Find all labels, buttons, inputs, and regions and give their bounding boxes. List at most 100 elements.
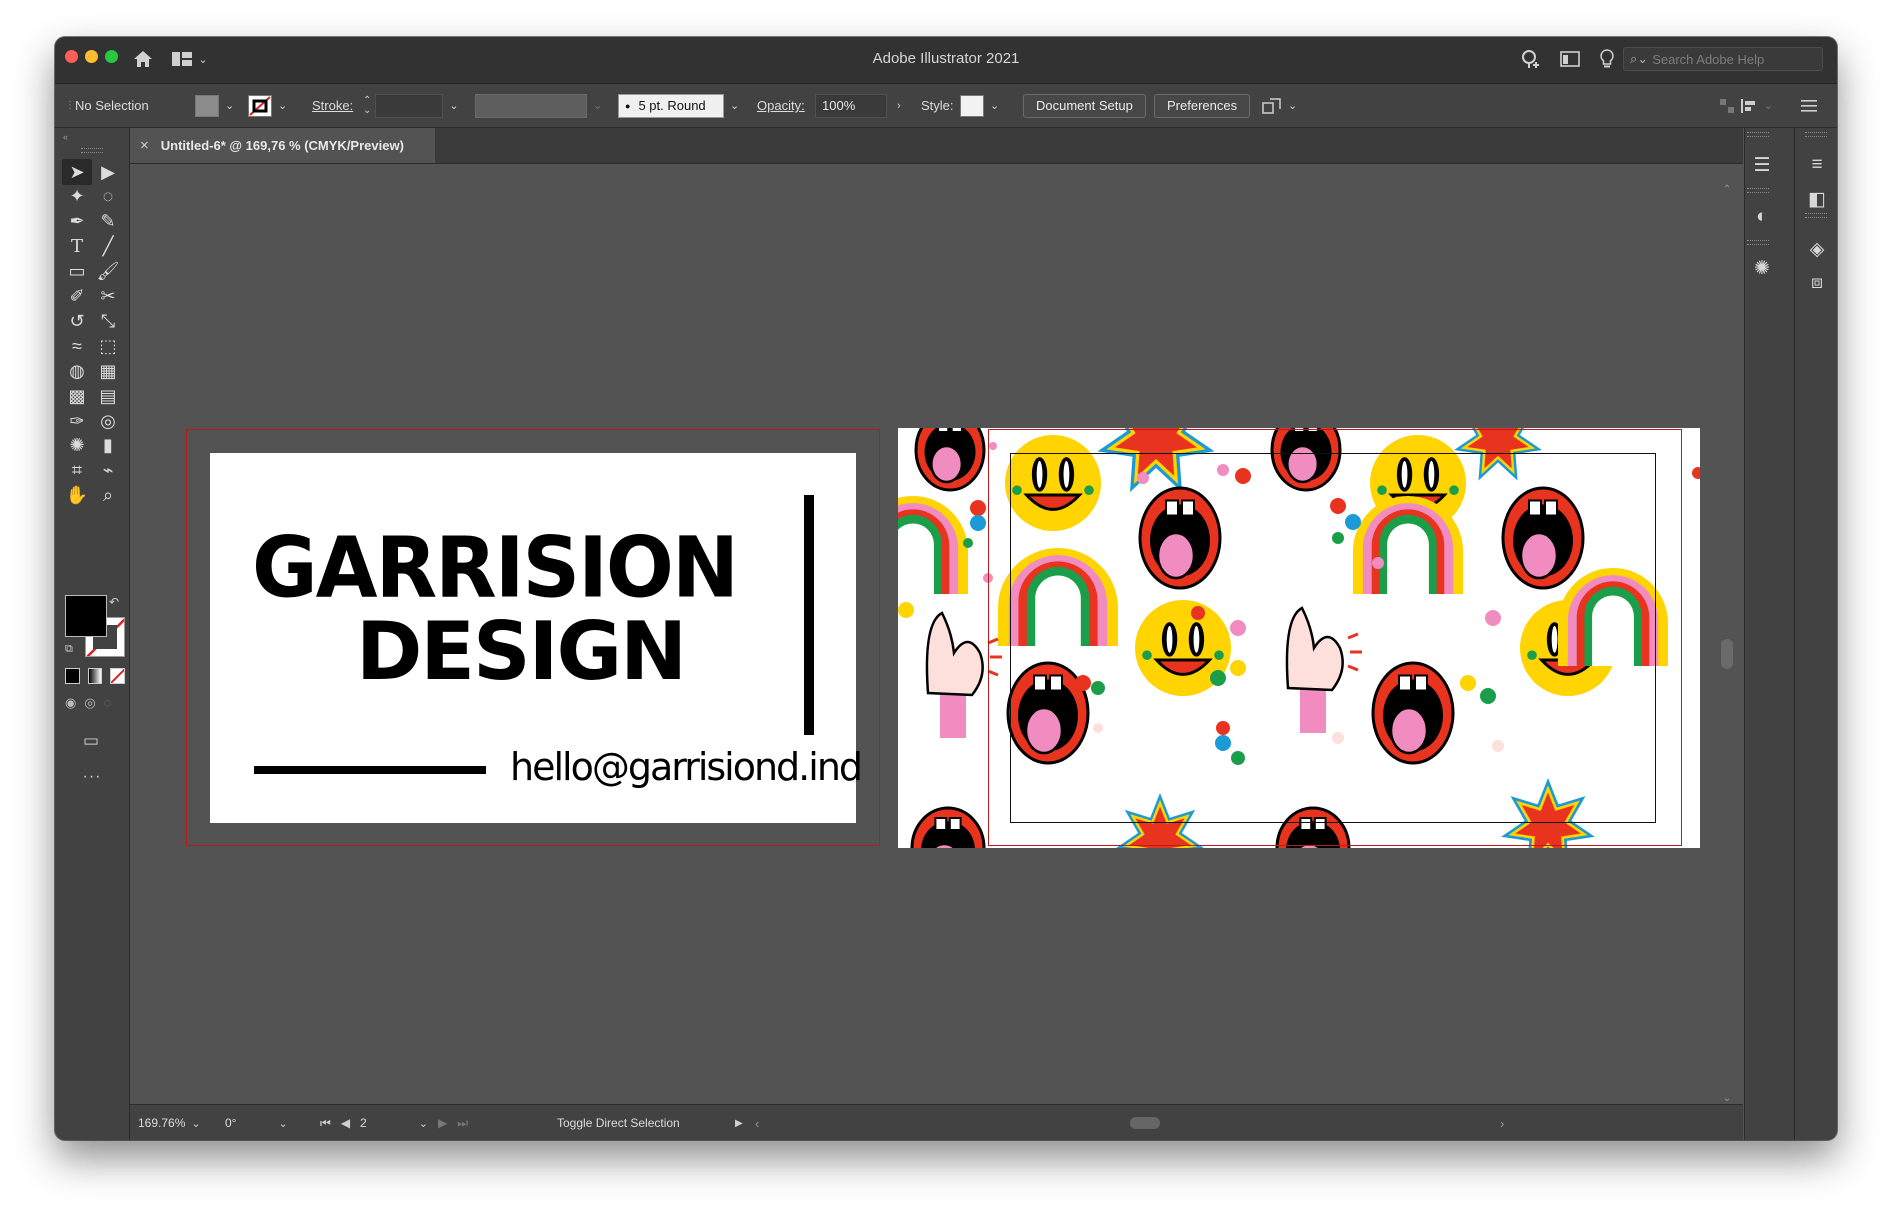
- artboards-icon[interactable]: ⧈: [1802, 268, 1832, 298]
- scale-icon[interactable]: ⤡: [93, 308, 123, 334]
- preferences-button[interactable]: Preferences: [1154, 93, 1251, 118]
- blend-icon[interactable]: ◎: [93, 408, 123, 434]
- stroke-color-control[interactable]: ⌄: [248, 84, 287, 127]
- lasso-icon[interactable]: ◌: [93, 184, 123, 210]
- gradient-mode-icon[interactable]: [87, 668, 103, 684]
- horizontal-rule[interactable]: [254, 766, 486, 774]
- fill-swatch[interactable]: [195, 94, 219, 117]
- type-icon[interactable]: T: [62, 234, 92, 260]
- hand-icon[interactable]: ✋: [62, 483, 92, 509]
- vertical-scrollbar[interactable]: ⌃ ⌄: [1721, 184, 1733, 1104]
- opacity-label[interactable]: Opacity:: [757, 84, 805, 127]
- draw-inside-icon[interactable]: ◌: [104, 695, 112, 715]
- stroke-none-swatch[interactable]: [248, 94, 272, 117]
- draw-behind-icon[interactable]: ◎: [84, 695, 95, 715]
- properties-icon[interactable]: ☰: [1747, 150, 1777, 180]
- stroke-weight-stepper[interactable]: ⌃ ⌄ ⌄: [363, 84, 459, 127]
- eyedropper-icon[interactable]: ✑: [62, 408, 92, 434]
- warp-icon[interactable]: ≈: [62, 333, 92, 359]
- align-to-selection-icon[interactable]: [1719, 84, 1735, 127]
- first-artboard-icon[interactable]: ⏮: [320, 1116, 331, 1131]
- graphic-style-swatch[interactable]: [960, 94, 984, 117]
- arrange-documents-icon[interactable]: [1558, 47, 1582, 71]
- direct-selection-icon[interactable]: ▶: [93, 159, 123, 185]
- artboard-icon[interactable]: ⌗: [62, 458, 92, 484]
- zoom-control[interactable]: 169.76% ⌄: [138, 1113, 201, 1133]
- opacity-control[interactable]: 100% ›: [815, 84, 901, 127]
- variable-width-profile-preview[interactable]: [475, 93, 587, 118]
- vertical-rule[interactable]: [804, 495, 814, 735]
- brush-definition[interactable]: ● 5 pt. Round ⌄: [618, 84, 739, 127]
- slice-icon[interactable]: ⌁: [93, 458, 123, 484]
- mesh-icon[interactable]: ▩: [62, 383, 92, 409]
- chevron-right-icon[interactable]: ›: [897, 100, 901, 112]
- vertical-scroll-thumb[interactable]: [1721, 639, 1733, 669]
- shaper-icon[interactable]: ✐: [62, 284, 92, 310]
- free-transform-icon[interactable]: ⬚: [93, 333, 123, 359]
- draw-normal-icon[interactable]: ◉: [65, 695, 76, 715]
- help-search-input[interactable]: ⌕⌄ Search Adobe Help: [1623, 47, 1823, 71]
- arrange-menu[interactable]: ⌄: [1262, 84, 1297, 127]
- properties-settings-icon[interactable]: ≡: [1802, 150, 1832, 180]
- document-setup-button[interactable]: Document Setup: [1023, 93, 1146, 118]
- rectangle-icon[interactable]: ▭: [62, 259, 92, 285]
- document-tab[interactable]: × Untitled-6* @ 169,76 % (CMYK/Preview): [130, 128, 435, 163]
- horizontal-scroll-thumb[interactable]: [1130, 1117, 1160, 1129]
- line-segment-icon[interactable]: ╱: [93, 234, 123, 260]
- appearance-icon[interactable]: ◐: [1747, 202, 1777, 232]
- swap-fill-stroke-icon[interactable]: ↶: [109, 595, 119, 609]
- business-card-front[interactable]: GARRISION DESIGN hello@garrisiond.ind: [210, 453, 863, 823]
- collapse-panel-icon[interactable]: «: [63, 132, 68, 142]
- default-fill-stroke-icon[interactable]: ⧉: [65, 643, 73, 656]
- canvas[interactable]: GARRISION DESIGN hello@garrisiond.ind ⌃ …: [130, 164, 1743, 1104]
- selection-icon[interactable]: ➤: [62, 159, 92, 185]
- status-menu-arrow-icon[interactable]: ▶: [735, 1113, 743, 1133]
- panel-gripper[interactable]: [1805, 132, 1827, 137]
- card-email[interactable]: hello@garrisiond.ind: [510, 745, 863, 789]
- card-title-line1[interactable]: GARRISION: [252, 519, 739, 617]
- gradient-panel-icon[interactable]: ◧: [1802, 184, 1832, 214]
- brush-definition-field[interactable]: ● 5 pt. Round: [618, 93, 724, 118]
- color-mode-icon[interactable]: [65, 668, 80, 684]
- perspective-grid-icon[interactable]: ▦: [93, 358, 123, 384]
- brushes-icon[interactable]: ✺: [1747, 253, 1777, 283]
- zoom-level[interactable]: 169.76%: [138, 1116, 185, 1130]
- column-graph-icon[interactable]: ▮: [93, 433, 123, 459]
- scroll-left-icon[interactable]: ‹: [755, 1113, 759, 1133]
- stepper-arrows-icon[interactable]: ⌃ ⌄: [363, 95, 371, 116]
- shape-builder-icon[interactable]: ◍: [62, 358, 92, 384]
- symbol-sprayer-icon[interactable]: ✺: [62, 433, 92, 459]
- variable-width-profile[interactable]: ⌄: [475, 84, 602, 127]
- fill-color-control[interactable]: ⌄: [195, 84, 234, 127]
- distribute-icon[interactable]: ⌄: [1740, 84, 1773, 127]
- panel-menu-icon[interactable]: [1801, 84, 1817, 127]
- share-icon[interactable]: [1518, 47, 1542, 71]
- panel-gripper[interactable]: [1747, 240, 1769, 245]
- screen-mode-icon[interactable]: ▭: [83, 731, 99, 751]
- stroke-weight-field[interactable]: [375, 93, 444, 118]
- fill-color-swatch-front[interactable]: [65, 595, 107, 637]
- magic-wand-icon[interactable]: ✦: [62, 184, 92, 210]
- last-artboard-icon[interactable]: ⏭: [457, 1116, 468, 1131]
- stroke-label[interactable]: Stroke:: [312, 84, 353, 127]
- scroll-right-icon[interactable]: ›: [1500, 1113, 1504, 1133]
- next-artboard-icon[interactable]: ▶: [438, 1116, 447, 1130]
- panel-gripper[interactable]: [1805, 213, 1827, 218]
- rotate-icon[interactable]: ↺: [62, 308, 92, 334]
- graphic-style-control[interactable]: ⌄: [960, 84, 999, 127]
- scroll-down-icon[interactable]: ⌄: [1721, 1093, 1733, 1104]
- scroll-up-icon[interactable]: ⌃: [1721, 184, 1733, 195]
- paintbrush-icon[interactable]: 🖌: [93, 259, 123, 285]
- zoom-icon[interactable]: ⌕: [93, 483, 123, 509]
- panel-gripper[interactable]: [81, 148, 103, 153]
- rotate-view-control[interactable]: 0° ⌄: [225, 1113, 310, 1133]
- artboard-number[interactable]: 2: [360, 1116, 367, 1130]
- curvature-icon[interactable]: ✎: [93, 209, 123, 235]
- arrange-icon[interactable]: [1262, 97, 1282, 115]
- scissors-icon[interactable]: ✂: [93, 284, 123, 310]
- opacity-field[interactable]: 100%: [815, 93, 887, 118]
- pen-icon[interactable]: ✒: [62, 209, 92, 235]
- close-tab-icon[interactable]: ×: [140, 137, 149, 154]
- gradient-icon[interactable]: ▤: [93, 383, 123, 409]
- previous-artboard-icon[interactable]: ◀: [341, 1116, 350, 1130]
